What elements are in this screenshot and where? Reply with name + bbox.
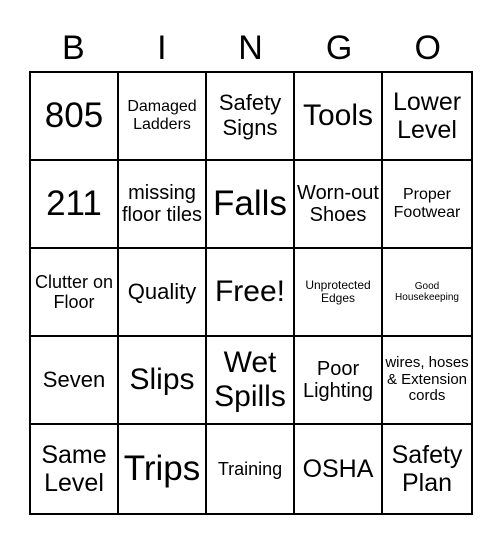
header-letter-g: G [325, 29, 353, 67]
bingo-cell[interactable]: Worn-out Shoes [295, 161, 383, 249]
bingo-cell[interactable]: Slips [119, 337, 207, 425]
bingo-cell[interactable]: Safety Signs [207, 73, 295, 161]
bingo-cell[interactable]: Falls [207, 161, 295, 249]
header-letter-o: O [414, 29, 441, 67]
bingo-cell[interactable]: Damaged Ladders [119, 73, 207, 161]
bingo-cell[interactable]: 805 [31, 73, 119, 161]
bingo-cell[interactable]: Safety Plan [383, 425, 471, 513]
bingo-cell[interactable]: Seven [31, 337, 119, 425]
bingo-cell[interactable]: Tools [295, 73, 383, 161]
header-letter-i: I [157, 29, 167, 67]
bingo-cell[interactable]: Clutter on Floor [31, 249, 119, 337]
bingo-cell[interactable]: Quality [119, 249, 207, 337]
bingo-cell[interactable]: missing floor tiles [119, 161, 207, 249]
bingo-cell[interactable]: Unprotected Edges [295, 249, 383, 337]
bingo-cell[interactable]: wires, hoses & Extension cords [383, 337, 471, 425]
bingo-cell[interactable]: Lower Level [383, 73, 471, 161]
bingo-cell[interactable]: Same Level [31, 425, 119, 513]
bingo-cell[interactable]: Proper Footwear [383, 161, 471, 249]
bingo-cell[interactable]: Wet Spills [207, 337, 295, 425]
bingo-cell[interactable]: Trips [119, 425, 207, 513]
bingo-header: B I N G O [29, 28, 472, 68]
bingo-cell[interactable]: 211 [31, 161, 119, 249]
bingo-cell[interactable]: OSHA [295, 425, 383, 513]
bingo-cell[interactable]: Poor Lighting [295, 337, 383, 425]
header-letter-b: B [61, 29, 85, 67]
bingo-board: 805 Damaged Ladders Safety Signs Tools L… [29, 71, 473, 515]
bingo-cell[interactable]: Training [207, 425, 295, 513]
header-letter-n: N [238, 29, 263, 67]
bingo-cell[interactable]: Good Housekeeping [383, 249, 471, 337]
free-space[interactable]: Free! [207, 249, 295, 337]
